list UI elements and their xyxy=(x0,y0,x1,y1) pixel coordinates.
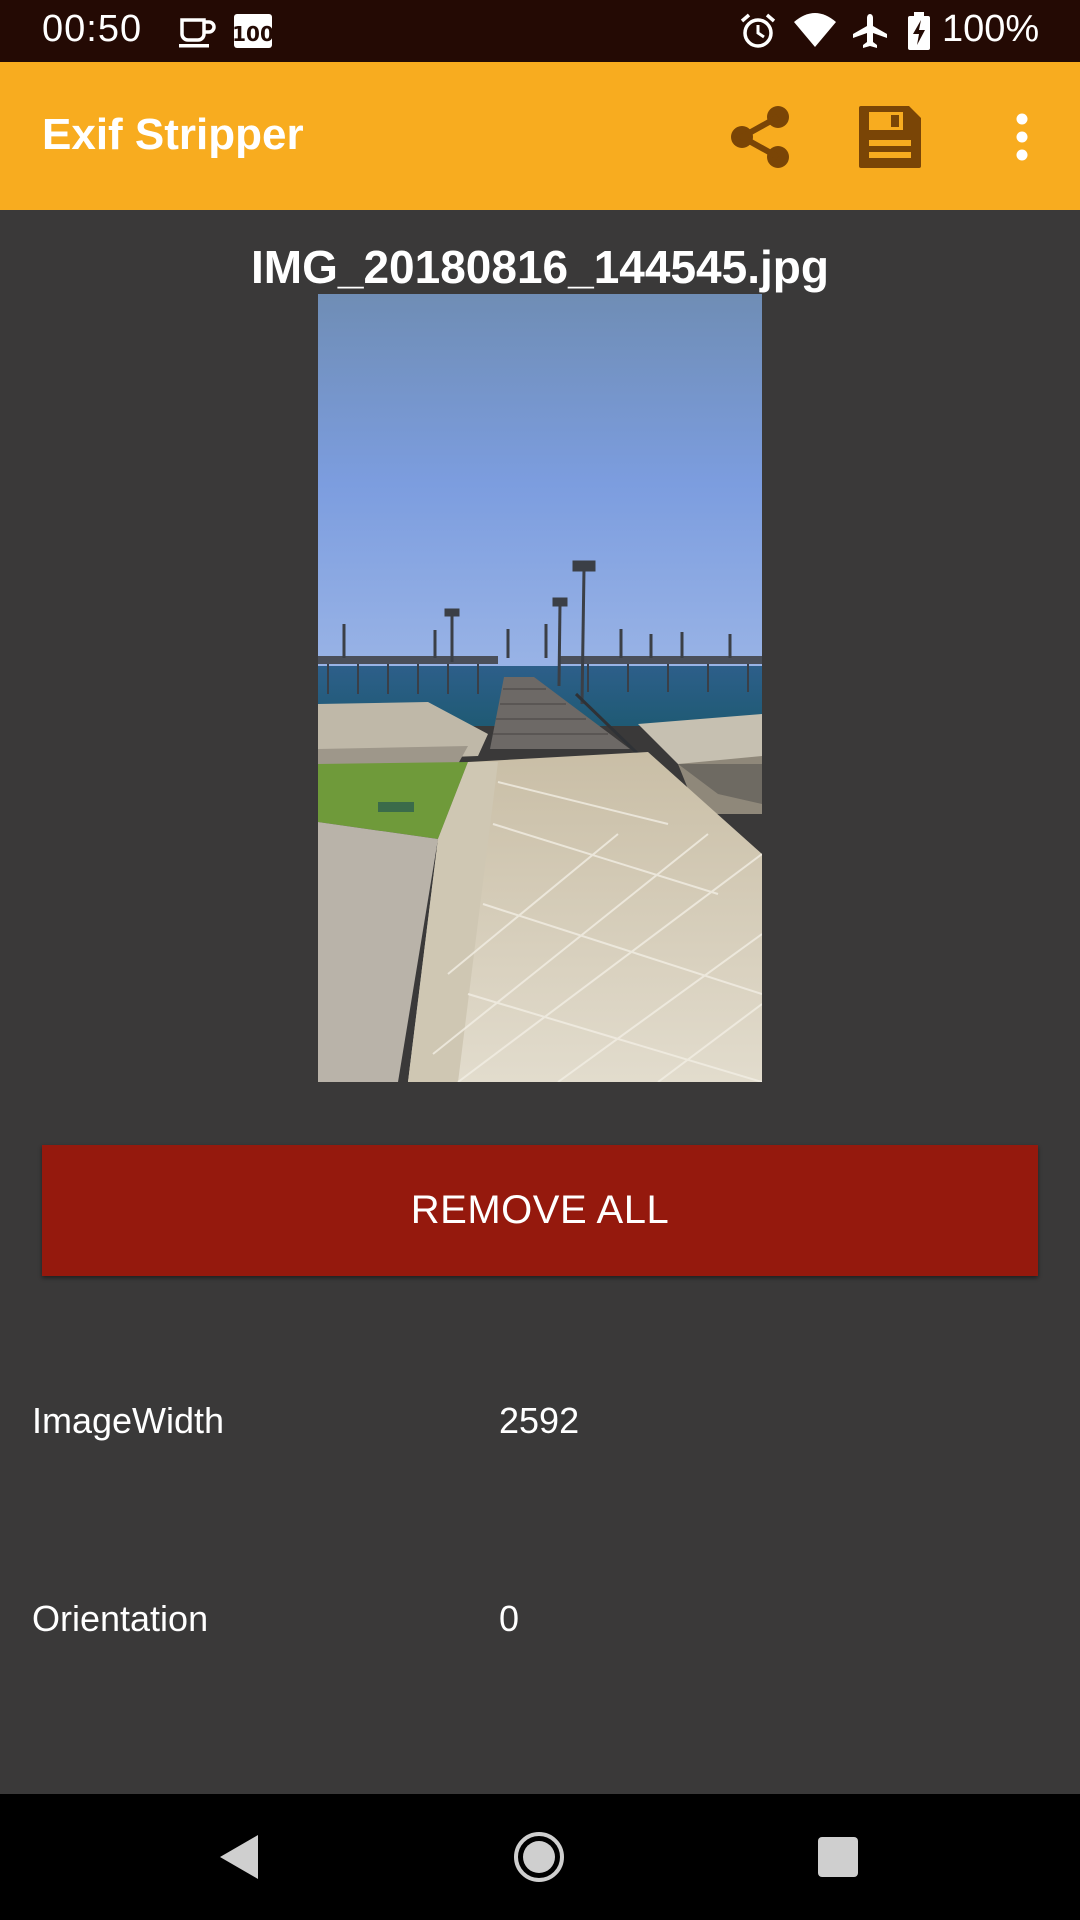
file-name: IMG_20180816_144545.jpg xyxy=(251,241,829,293)
exif-row-orientation: Orientation 0 xyxy=(0,1598,1080,1678)
save-icon xyxy=(859,106,921,168)
overflow-menu-button[interactable] xyxy=(977,92,1067,182)
battery-charging-icon xyxy=(908,12,930,50)
image-preview xyxy=(318,294,762,1082)
status-time: 00:50 xyxy=(42,8,143,50)
remove-all-button[interactable]: REMOVE ALL xyxy=(42,1145,1038,1276)
share-button[interactable] xyxy=(716,92,806,182)
home-button[interactable] xyxy=(504,1822,574,1892)
coffee-cup-icon xyxy=(179,18,216,48)
status-bar: 00:50 100 100% xyxy=(0,0,1080,62)
recents-button[interactable] xyxy=(803,1822,873,1892)
pier-photo xyxy=(318,294,762,1082)
overflow-menu-icon xyxy=(1016,113,1028,161)
alarm-icon xyxy=(740,13,776,48)
share-icon xyxy=(731,106,789,168)
battery-percentage: 100% xyxy=(942,8,1040,50)
back-icon xyxy=(220,1835,258,1879)
back-button[interactable] xyxy=(204,1822,274,1892)
app-title: Exif Stripper xyxy=(42,110,304,159)
recents-icon xyxy=(818,1837,858,1877)
app-bar: Exif Stripper xyxy=(0,62,1080,210)
exif-value: 2592 xyxy=(499,1400,580,1441)
svg-text:100: 100 xyxy=(232,22,274,46)
exif-value: 0 xyxy=(499,1598,520,1639)
navigation-bar xyxy=(0,1794,1080,1920)
home-icon xyxy=(514,1832,564,1882)
exif-row-image-width: ImageWidth 2592 xyxy=(0,1400,1080,1480)
wifi-icon xyxy=(794,13,836,47)
battery-100-notification-icon: 100 xyxy=(232,14,274,48)
airplane-icon xyxy=(853,14,887,48)
exif-key: Orientation xyxy=(32,1598,209,1639)
save-button[interactable] xyxy=(845,92,935,182)
main-content: IMG_20180816_144545.jpg REMOVE ALL Image… xyxy=(0,210,1080,1794)
exif-key: ImageWidth xyxy=(32,1400,225,1441)
